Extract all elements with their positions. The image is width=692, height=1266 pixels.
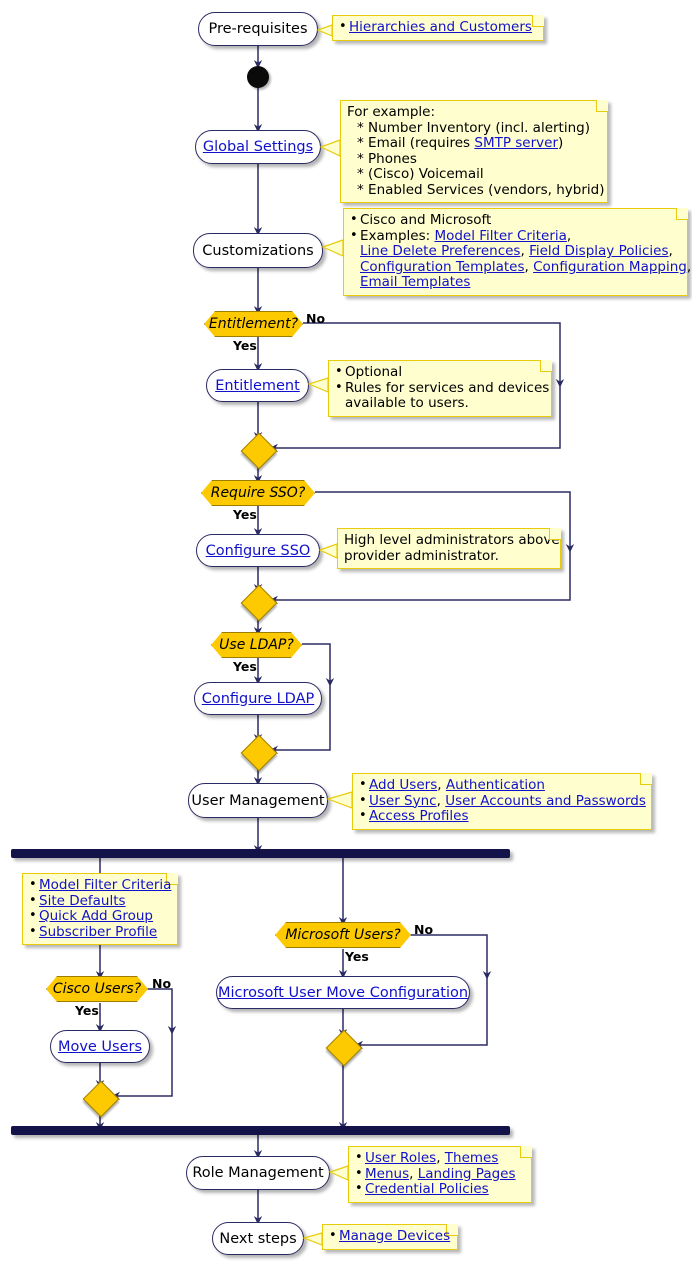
diagram-canvas: Pre-requisites Global Settings Customiza…	[0, 0, 692, 1266]
activity-configure-ldap[interactable]: Configure LDAP	[194, 682, 322, 715]
note-item: Add Users, Authentication	[359, 777, 644, 794]
activity-user-management[interactable]: User Management	[188, 783, 328, 818]
note-item: User Sync, User Accounts and Passwords	[359, 793, 646, 810]
decision-microsoft-users[interactable]: Microsoft Users?	[275, 922, 411, 948]
note-item: Rules for services and devices	[335, 380, 549, 397]
note-item: Optional	[335, 364, 544, 381]
join-bar	[11, 1126, 510, 1135]
activity-entitlement[interactable]: Entitlement	[206, 369, 309, 402]
note-fold-icon	[549, 528, 561, 540]
edge-label-yes-ldap: Yes	[233, 659, 257, 674]
note-item: Access Profiles	[359, 808, 644, 825]
edge-label-yes-entitlement: Yes	[233, 338, 257, 353]
note-item: Quick Add Group	[29, 908, 170, 925]
activity-label: Pre-requisites	[208, 21, 308, 37]
merge-diamond-ldap	[240, 734, 278, 772]
activity-label[interactable]: Configure SSO	[206, 543, 311, 559]
note-line: Email Templates	[360, 274, 471, 290]
note-role-management: User Roles, Themes Menus, Landing Pages …	[348, 1146, 532, 1203]
note-item: Hierarchies and Customers	[339, 19, 536, 36]
fork-bar	[11, 849, 510, 858]
edge-label-yes-microsoft: Yes	[345, 949, 369, 964]
note-item: Credential Policies	[355, 1181, 524, 1198]
note-user-management: Add Users, Authentication User Sync, Use…	[352, 773, 652, 830]
note-line: * Enabled Services (vendors, hybrid)	[357, 181, 605, 198]
note-global-settings: For example: * Number Inventory (incl. a…	[340, 100, 608, 203]
note-line: Line Delete Preferences, Field Display P…	[360, 243, 673, 259]
note-line: High level administrators above	[344, 532, 560, 548]
activity-label[interactable]: Move Users	[58, 1039, 142, 1055]
merge-diamond-microsoft	[325, 1029, 363, 1067]
activity-configure-sso[interactable]: Configure SSO	[196, 534, 320, 567]
note-line: Configuration Templates, Configuration M…	[360, 258, 692, 275]
decision-require-sso[interactable]: Require SSO?	[201, 480, 315, 506]
activity-next-steps[interactable]: Next steps	[212, 1222, 304, 1255]
note-line: * (Cisco) Voicemail	[357, 166, 484, 182]
note-fold-icon	[596, 100, 608, 112]
merge-diamond-sso	[240, 584, 278, 622]
note-item: Manage Devices	[329, 1228, 450, 1245]
decision-label: Require SSO?	[210, 485, 306, 501]
note-left-branch: Model Filter Criteria Site Defaults Quic…	[22, 873, 178, 945]
note-line: available to users.	[345, 395, 469, 411]
edge-label-yes-cisco: Yes	[75, 1003, 99, 1018]
note-configure-sso: High level administrators above provider…	[337, 528, 561, 569]
edge-label-yes-sso: Yes	[233, 507, 257, 522]
note-prerequisites: Hierarchies and Customers	[332, 15, 544, 41]
decision-label: Cisco Users?	[52, 981, 142, 997]
edge-label-no-entitlement: No	[306, 311, 326, 326]
edge-label-no-cisco: No	[152, 976, 172, 991]
activity-label[interactable]: Entitlement	[215, 378, 300, 394]
activity-label: Next steps	[219, 1230, 297, 1247]
activity-move-users[interactable]: Move Users	[50, 1030, 150, 1063]
note-item: Menus, Landing Pages	[355, 1166, 524, 1183]
merge-diamond-entitlement	[240, 432, 278, 470]
merge-diamond-cisco	[82, 1080, 120, 1118]
activity-label: User Management	[191, 792, 325, 809]
note-entitlement: Optional Rules for services and devices …	[328, 360, 552, 417]
decision-label: Microsoft Users?	[285, 927, 401, 943]
activity-label: Role Management	[192, 1165, 324, 1181]
decision-label: Use LDAP?	[219, 637, 294, 653]
note-item: Examples: Model Filter Criteria,	[350, 228, 680, 245]
edge-label-no-microsoft: No	[414, 922, 434, 937]
decision-label: Entitlement?	[208, 316, 299, 332]
activity-label[interactable]: Configure LDAP	[202, 691, 315, 707]
activity-label: Customizations	[202, 242, 314, 259]
note-line: * Phones	[357, 150, 417, 167]
note-customizations: Cisco and Microsoft Examples: Model Filt…	[343, 208, 692, 296]
decision-entitlement[interactable]: Entitlement?	[204, 311, 303, 337]
decision-use-ldap[interactable]: Use LDAP?	[211, 632, 302, 658]
note-next-steps: Manage Devices	[322, 1224, 458, 1250]
note-item: Model Filter Criteria	[29, 877, 171, 894]
activity-role-management[interactable]: Role Management	[186, 1156, 330, 1190]
note-line: * Number Inventory (incl. alerting)	[357, 119, 590, 136]
note-item: Site Defaults	[29, 893, 170, 910]
note-line: * Email (requires SMTP server)	[357, 135, 564, 151]
activity-label[interactable]: Microsoft User Move Configuration	[218, 985, 468, 1001]
activity-customizations[interactable]: Customizations	[193, 233, 323, 268]
start-node	[247, 66, 269, 88]
activity-pre-requisites[interactable]: Pre-requisites	[198, 12, 318, 46]
note-item: User Roles, Themes	[355, 1150, 524, 1167]
note-item: Cisco and Microsoft	[350, 212, 680, 229]
note-item: Subscriber Profile	[29, 924, 170, 941]
decision-cisco-users[interactable]: Cisco Users?	[46, 976, 148, 1002]
activity-microsoft-user-move-configuration[interactable]: Microsoft User Move Configuration	[216, 976, 470, 1009]
note-line: provider administrator.	[344, 547, 499, 564]
activity-label[interactable]: Global Settings	[203, 139, 313, 155]
note-heading: For example:	[347, 104, 436, 120]
activity-global-settings[interactable]: Global Settings	[195, 130, 321, 164]
